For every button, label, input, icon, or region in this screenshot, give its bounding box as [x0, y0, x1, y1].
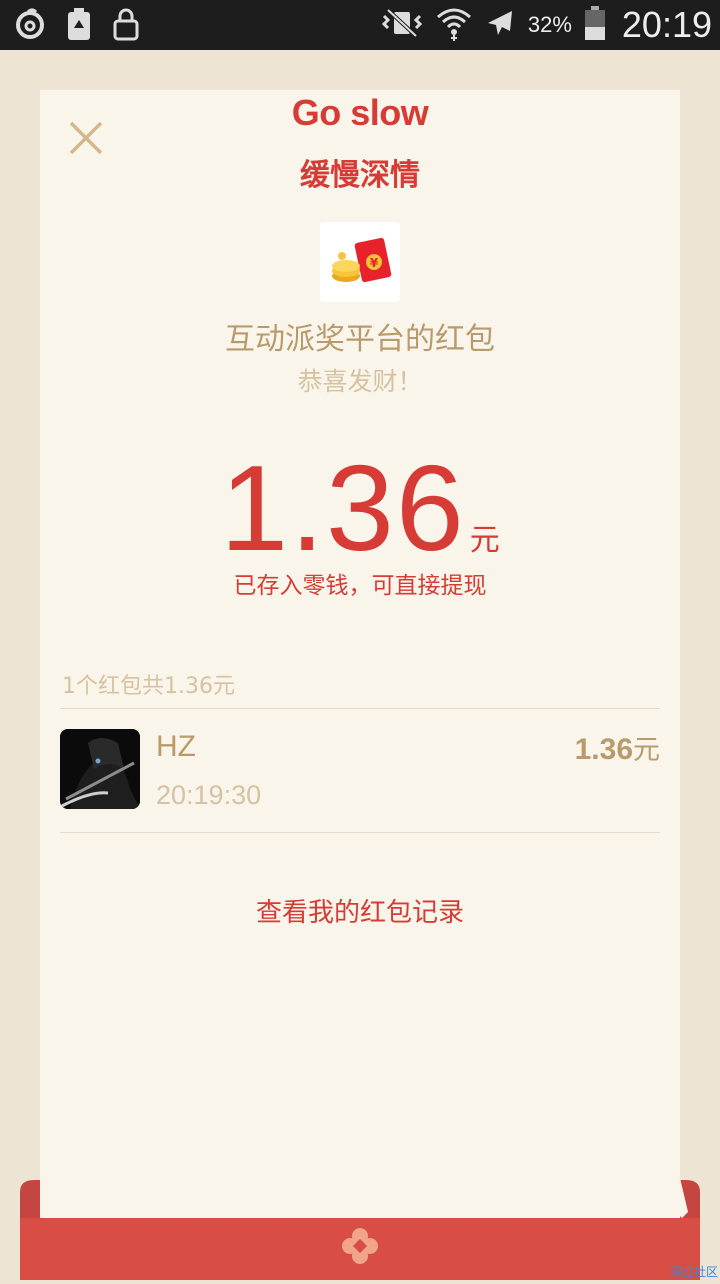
view-records-link[interactable]: 查看我的红包记录 [0, 892, 720, 929]
avatar[interactable] [60, 729, 140, 809]
vibrate-mute-icon [380, 8, 424, 42]
amount-display: 1.36 元 [0, 438, 720, 578]
page-title-en: Go slow [291, 92, 429, 133]
status-bar: 32% 20:19 [0, 0, 720, 50]
sender-logo: ¥ [320, 222, 400, 302]
red-packet-coins-icon: ¥ [332, 237, 392, 283]
flower-icon [342, 1228, 378, 1264]
svg-text:¥: ¥ [370, 256, 379, 270]
divider [60, 708, 660, 709]
netease-music-icon [14, 6, 46, 42]
amount-value: 1.36 [220, 440, 466, 576]
saved-to-wallet-note: 已存入零钱，可直接提现 [233, 573, 487, 599]
packet-summary: 1个红包共1.36元 [62, 674, 235, 699]
receiver-amount-unit: 元 [633, 735, 660, 766]
amount-unit: 元 [469, 523, 500, 558]
receiver-amount: 1.36元 [575, 728, 660, 767]
battery-saver-icon [66, 6, 92, 42]
greeting-message: 恭喜发财！ [297, 367, 423, 396]
wifi-icon [436, 5, 472, 45]
receive-time: 20:19:30 [156, 780, 262, 810]
battery-percent: 32% [527, 12, 572, 37]
watermark: 深度社区 [669, 1265, 718, 1279]
receiver-amount-value: 1.36 [574, 733, 633, 766]
divider [60, 832, 660, 833]
battery-icon [584, 5, 606, 45]
airplane-icon [484, 7, 516, 43]
receiver-name: HZ [156, 730, 196, 763]
clock: 20:19 [621, 4, 712, 45]
page-title-cn: 缓慢深情 [300, 158, 420, 193]
envelope-bottom [0, 1178, 720, 1280]
sender-name: 互动派奖平台的红包 [225, 322, 495, 357]
lock-icon [112, 6, 140, 42]
